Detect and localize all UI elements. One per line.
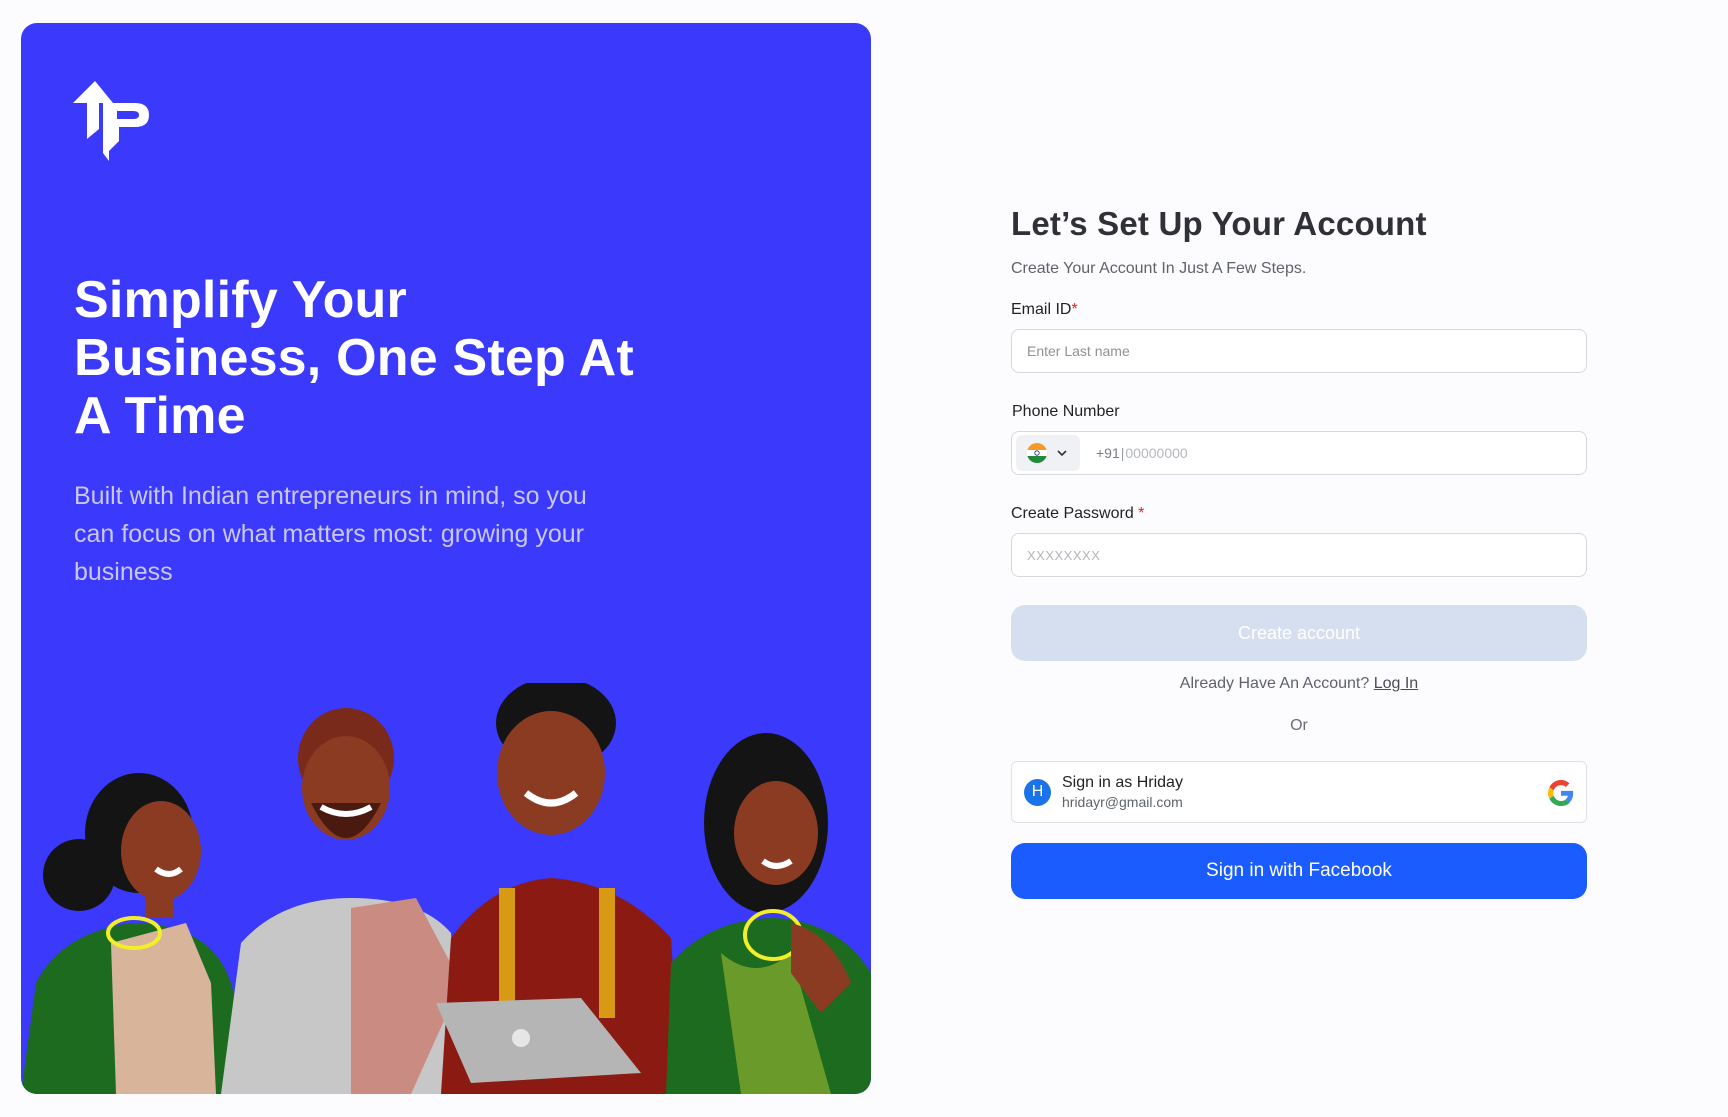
- phone-separator: |: [1120, 445, 1125, 461]
- email-field[interactable]: Enter Last name: [1011, 329, 1587, 373]
- password-placeholder: XXXXXXXX: [1027, 547, 1101, 563]
- email-placeholder: Enter Last name: [1027, 343, 1130, 359]
- google-signin-button[interactable]: H Sign in as Hriday hridayr@gmail.com: [1011, 761, 1587, 823]
- country-code: +91: [1096, 445, 1120, 461]
- phone-placeholder: 00000000: [1125, 445, 1188, 461]
- tally-logo-icon: [73, 81, 149, 161]
- avatar: H: [1024, 778, 1051, 806]
- signup-form: Let’s Set Up Your Account Create Your Ac…: [1011, 200, 1587, 899]
- country-select[interactable]: [1016, 435, 1080, 471]
- facebook-signin-button[interactable]: Sign in with Facebook: [1011, 843, 1587, 899]
- india-flag-icon: [1027, 443, 1047, 463]
- google-icon: [1548, 780, 1574, 806]
- google-account-email: hridayr@gmail.com: [1062, 794, 1183, 810]
- phone-label: Phone Number: [1012, 403, 1120, 420]
- hero-title: Simplify Your Business, One Step At A Ti…: [74, 271, 634, 445]
- page-subtitle: Create Your Account In Just A Few Steps.: [1011, 260, 1307, 277]
- phone-field[interactable]: +91 | 00000000: [1011, 431, 1587, 475]
- login-prompt: Already Have An Account? Log In: [1179, 675, 1419, 692]
- page-title: Let’s Set Up Your Account: [1011, 205, 1427, 242]
- required-mark: *: [1071, 301, 1078, 318]
- required-mark: *: [1138, 505, 1145, 522]
- hero-panel: Simplify Your Business, One Step At A Ti…: [21, 23, 871, 1094]
- password-field[interactable]: XXXXXXXX: [1011, 533, 1587, 577]
- login-link[interactable]: Log In: [1374, 675, 1418, 692]
- email-label: Email ID*: [1011, 301, 1078, 318]
- password-label: Create Password *: [1011, 505, 1145, 522]
- chevron-down-icon: [1057, 450, 1067, 457]
- google-account-info: Sign in as Hriday hridayr@gmail.com: [1062, 773, 1183, 811]
- or-divider: Or: [1290, 717, 1308, 734]
- google-account-name: Sign in as Hriday: [1062, 774, 1183, 791]
- hero-subtitle: Built with Indian entrepreneurs in mind,…: [74, 482, 587, 586]
- create-account-button[interactable]: Create account: [1011, 605, 1587, 661]
- entrepreneurs-illustration: [21, 683, 871, 1094]
